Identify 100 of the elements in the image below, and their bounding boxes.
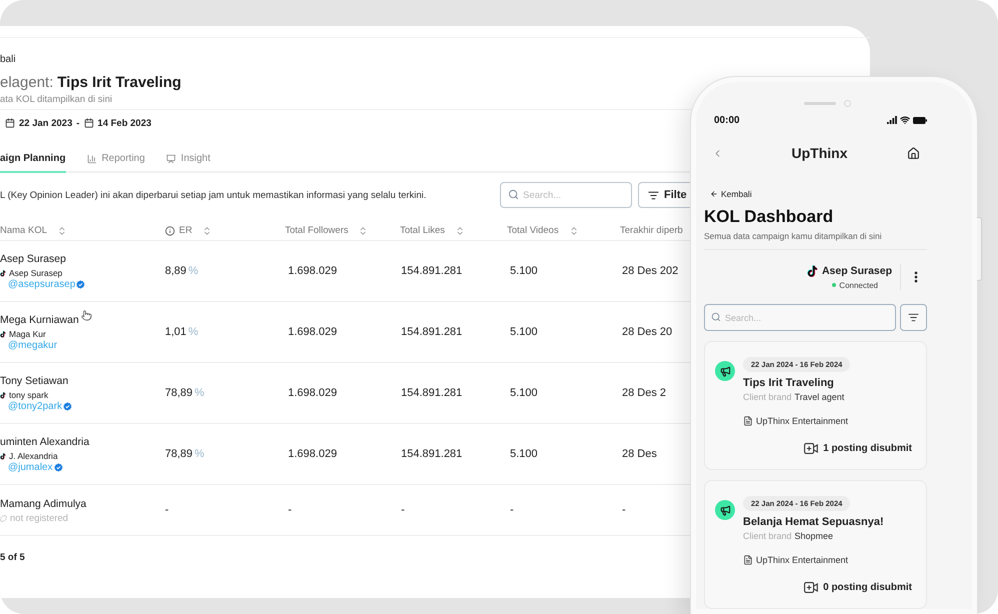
signal-icon xyxy=(887,116,897,124)
column-header: ER xyxy=(179,225,192,236)
column-header: Nama KOL xyxy=(0,225,47,236)
sort-icon[interactable] xyxy=(568,226,579,236)
sort-icon[interactable] xyxy=(454,226,465,236)
videos-count: 5.100 xyxy=(509,387,539,399)
calendar-icon xyxy=(84,118,94,128)
likes-count: 154.891.281 xyxy=(400,448,464,460)
followers-count: - xyxy=(287,504,293,516)
kol-name: Mamang Adimulya xyxy=(0,496,86,510)
posts-count: 1 posting disubmit xyxy=(823,443,912,454)
document-icon xyxy=(743,416,753,426)
followers-count: 1.698.029 xyxy=(287,265,338,277)
percent-unit: % xyxy=(194,387,204,399)
campaign-title: Belanja Hemat Sepuasnya! xyxy=(743,516,884,528)
agency-name: UpThinx Entertainment xyxy=(756,416,848,426)
battery-icon xyxy=(913,116,927,124)
er-value: 1,01 xyxy=(165,326,186,338)
filter-icon xyxy=(908,312,919,323)
er-value: 78,89 xyxy=(165,448,193,460)
account-name: Asep Surasep xyxy=(9,268,62,278)
followers-count: 1.698.029 xyxy=(287,387,338,399)
campaign-title: Tips Irit Traveling xyxy=(743,377,834,389)
likes-count: - xyxy=(400,504,406,516)
megaphone-icon xyxy=(715,361,735,381)
videos-count: 5.100 xyxy=(509,326,539,338)
connection-status: Connected xyxy=(839,280,878,290)
videos-count: - xyxy=(509,504,515,516)
campaign-brand: elagent: xyxy=(0,73,54,93)
video-add-icon xyxy=(804,582,818,593)
account-name: tony spark xyxy=(9,390,48,400)
er-value: - xyxy=(165,504,169,516)
search-field[interactable]: Search... xyxy=(500,182,632,208)
end-date: 14 Feb 2023 xyxy=(98,118,152,128)
back-link[interactable]: bali xyxy=(0,54,16,66)
campaign-title: Tips Irit Traveling xyxy=(57,73,182,93)
sort-icon[interactable] xyxy=(57,226,67,236)
er-value: 78,89 xyxy=(165,387,193,399)
tab[interactable]: aign Planning xyxy=(0,150,66,173)
filter-icon xyxy=(648,190,659,200)
agency-name: UpThinx Entertainment xyxy=(756,555,848,565)
hand-cursor-icon xyxy=(81,310,92,321)
page-subtitle: ata KOL ditampilkan di sini xyxy=(0,94,112,106)
account-name: Asep Surasep xyxy=(822,265,892,277)
brand-label: Client brand xyxy=(743,392,792,402)
pagination-count: 5 of 5 xyxy=(0,552,25,563)
presentation-icon xyxy=(166,154,176,164)
tiktok-icon xyxy=(0,452,6,460)
document-icon xyxy=(743,555,753,565)
date-separator: - xyxy=(76,118,80,128)
start-date: 22 Jan 2023 xyxy=(19,118,72,128)
likes-count: 154.891.281 xyxy=(400,326,464,338)
kol-name: Tony Setiawan xyxy=(0,374,68,388)
kol-name: uminten Alexandria xyxy=(0,434,90,448)
updated-date: - xyxy=(621,504,627,516)
posts-count: 0 posting disubmit xyxy=(823,582,912,593)
account-name: J. Alexandria xyxy=(9,451,58,461)
dashboard-subtitle: Semua data campaign kamu ditampilkan di sini xyxy=(704,231,883,241)
filter-button[interactable] xyxy=(900,304,927,331)
brand-label: Client brand xyxy=(743,531,792,541)
dashboard-title: KOL Dashboard xyxy=(704,207,834,227)
search-icon xyxy=(508,189,519,200)
videos-count: 5.100 xyxy=(509,265,539,277)
brand-name: Travel agent xyxy=(794,392,844,402)
column-header: Total Likes xyxy=(400,225,445,236)
percent-unit: % xyxy=(194,448,204,460)
filter-button[interactable]: Filte xyxy=(638,182,690,208)
app-title: UpThinx xyxy=(792,145,848,161)
back-link[interactable]: Kembali xyxy=(704,189,752,199)
info-notice: L (Key Opinion Leader) ini akan diperbarui setiap jam untuk memastikan informasi yang selalu terkini. xyxy=(0,190,426,200)
column-header: Terakhir diperb xyxy=(620,225,683,236)
wifi-icon xyxy=(900,115,910,125)
bar-chart-icon xyxy=(86,154,97,164)
sort-icon[interactable] xyxy=(202,226,212,236)
tiktok-icon xyxy=(0,330,6,338)
megaphone-icon xyxy=(715,500,735,520)
tiktok-icon xyxy=(0,390,6,400)
status-time: 00:00 xyxy=(714,114,740,126)
kol-name: Asep Surasep xyxy=(0,252,66,266)
followers-count: 1.698.029 xyxy=(287,326,338,338)
tiktok-icon xyxy=(0,268,6,278)
arrow-left-icon xyxy=(710,190,718,198)
likes-count: 154.891.281 xyxy=(400,387,464,399)
account-name: Maga Kur xyxy=(9,329,46,339)
unlink-icon xyxy=(0,514,7,522)
likes-count: 154.891.281 xyxy=(400,265,464,277)
search-field[interactable]: Search... xyxy=(704,304,896,331)
sort-icon[interactable] xyxy=(358,226,368,236)
home-icon[interactable] xyxy=(907,146,920,160)
percent-unit: % xyxy=(188,265,198,277)
updated-date: 28 Des 20 xyxy=(621,326,674,338)
brand-name: Shopmee xyxy=(794,531,834,541)
column-header: Total Followers xyxy=(285,225,348,236)
percent-unit: % xyxy=(188,326,198,338)
updated-date: 28 Des 202 xyxy=(621,265,680,277)
followers-count: 1.698.029 xyxy=(287,448,338,460)
video-add-icon xyxy=(804,443,818,454)
camera-icon xyxy=(844,100,851,106)
er-value: 8,89 xyxy=(165,265,186,277)
kol-name: Mega Kurniawan xyxy=(0,312,79,326)
